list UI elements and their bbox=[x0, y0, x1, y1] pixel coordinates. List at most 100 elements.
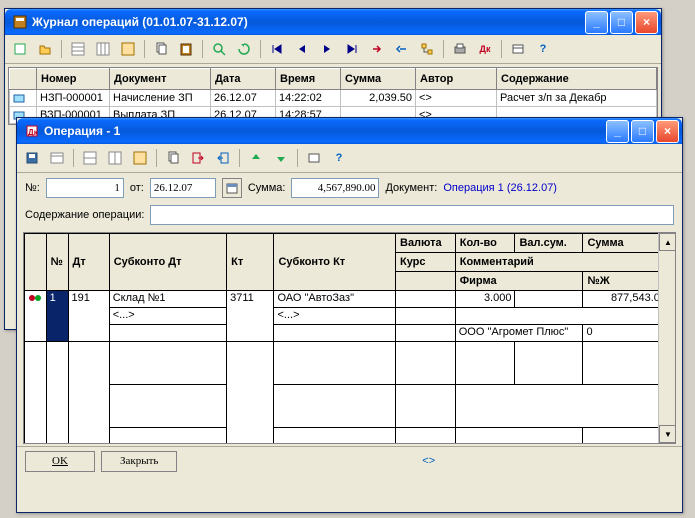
table-row[interactable] bbox=[25, 428, 670, 445]
journal-titlebar[interactable]: Журнал операций (01.01.07-31.12.07) _ □ … bbox=[5, 9, 661, 35]
scroll-up-icon[interactable]: ▲ bbox=[659, 233, 676, 251]
minimize-button[interactable]: _ bbox=[606, 120, 629, 143]
operation-statusbar: OK Закрыть <> bbox=[17, 446, 682, 475]
tool-exit-icon[interactable] bbox=[187, 147, 209, 169]
vertical-scrollbar[interactable]: ▲ ▼ bbox=[658, 233, 675, 443]
tool-gridA-icon[interactable] bbox=[79, 147, 101, 169]
col-doc[interactable]: Документ bbox=[110, 69, 211, 90]
tool-up-icon[interactable] bbox=[245, 147, 267, 169]
tool-copy2-icon[interactable] bbox=[162, 147, 184, 169]
tool-options-icon[interactable] bbox=[507, 38, 529, 60]
tool-last-icon[interactable] bbox=[341, 38, 363, 60]
col-sdt[interactable]: Субконто Дт bbox=[109, 234, 226, 291]
toolbar-separator bbox=[297, 149, 298, 167]
toolbar-separator bbox=[239, 149, 240, 167]
operation-title: Операция - 1 bbox=[44, 124, 604, 138]
tool-grid2-icon[interactable] bbox=[92, 38, 114, 60]
col-desc[interactable]: Содержание bbox=[497, 69, 657, 90]
col-author[interactable]: Автор bbox=[416, 69, 497, 90]
minimize-button[interactable]: _ bbox=[585, 11, 608, 34]
tool-list-icon[interactable] bbox=[46, 147, 68, 169]
table-row[interactable]: ООО "Агромет Плюс" 0 bbox=[25, 325, 670, 342]
col-comment[interactable]: Комментарий bbox=[455, 253, 669, 272]
from-input[interactable] bbox=[150, 178, 216, 198]
table-row[interactable]: <...> <...> bbox=[25, 308, 670, 325]
status-icon: <> bbox=[422, 455, 435, 467]
tool-first-icon[interactable] bbox=[266, 38, 288, 60]
col-n[interactable]: № bbox=[46, 234, 68, 291]
tool-help-icon[interactable]: ? bbox=[532, 38, 554, 60]
col-vsum[interactable]: Вал.сум. bbox=[515, 234, 583, 253]
desc-input[interactable] bbox=[150, 205, 674, 225]
operation-titlebar[interactable]: Дк Операция - 1 _ □ × bbox=[17, 118, 682, 144]
col-sum2[interactable]: Сумма bbox=[583, 234, 670, 253]
tool-help2-icon[interactable]: ? bbox=[328, 147, 350, 169]
maximize-button[interactable]: □ bbox=[610, 11, 633, 34]
tool-copy-icon[interactable] bbox=[150, 38, 172, 60]
tool-grid1-icon[interactable] bbox=[67, 38, 89, 60]
col-time[interactable]: Время bbox=[276, 69, 341, 90]
tool-find-icon[interactable] bbox=[208, 38, 230, 60]
table-row[interactable]: НЗП-000001 Начисление ЗП 26.12.07 14:22:… bbox=[10, 90, 657, 107]
form-row-1: №: от: Сумма: Документ: Операция 1 (26.1… bbox=[17, 173, 682, 203]
tool-print-icon[interactable] bbox=[449, 38, 471, 60]
app-icon bbox=[12, 14, 28, 30]
form-row-2: Содержание операции: bbox=[17, 203, 682, 230]
col-skt[interactable]: Субконто Кт bbox=[274, 234, 396, 291]
tool-paste-icon[interactable] bbox=[175, 38, 197, 60]
close-button[interactable]: Закрыть bbox=[101, 451, 177, 472]
table-row[interactable]: 1 191 Склад №1 3711 ОАО "АвтоЗаз" 3.000 … bbox=[25, 291, 670, 308]
tool-gridB-icon[interactable] bbox=[104, 147, 126, 169]
svg-text:Дк: Дк bbox=[28, 128, 39, 137]
tool-tree-icon[interactable] bbox=[416, 38, 438, 60]
col-nozh[interactable]: №Ж bbox=[583, 272, 670, 291]
col-number[interactable]: Номер bbox=[37, 69, 110, 90]
col-val[interactable]: Валюта bbox=[396, 234, 456, 253]
col-mark[interactable] bbox=[25, 234, 47, 291]
toolbar-separator bbox=[61, 40, 62, 58]
col-kt[interactable]: Кт bbox=[227, 234, 274, 291]
close-button[interactable]: × bbox=[656, 120, 679, 143]
col-kurs[interactable]: Курс bbox=[396, 253, 456, 272]
tool-new-icon[interactable] bbox=[9, 38, 31, 60]
operation-grid[interactable]: № Дт Субконто Дт Кт Субконто Кт Валюта К… bbox=[23, 232, 676, 444]
from-label: от: bbox=[130, 182, 144, 194]
calendar-icon[interactable] bbox=[222, 178, 242, 198]
operation-toolbar: ? bbox=[17, 144, 682, 173]
tool-opts-icon[interactable] bbox=[303, 147, 325, 169]
tool-open-icon[interactable] bbox=[34, 38, 56, 60]
col-icon[interactable] bbox=[10, 69, 37, 90]
doc-link[interactable]: Операция 1 (26.12.07) bbox=[443, 182, 557, 194]
tool-save-icon[interactable] bbox=[21, 147, 43, 169]
col-blank[interactable] bbox=[396, 272, 456, 291]
maximize-button[interactable]: □ bbox=[631, 120, 654, 143]
col-sum[interactable]: Сумма bbox=[341, 69, 416, 90]
tool-enter-icon[interactable] bbox=[212, 147, 234, 169]
tool-down-icon[interactable] bbox=[270, 147, 292, 169]
col-kol[interactable]: Кол-во bbox=[455, 234, 515, 253]
row-icon bbox=[10, 90, 37, 107]
tool-prev-icon[interactable] bbox=[291, 38, 313, 60]
tool-next-icon[interactable] bbox=[316, 38, 338, 60]
table-row[interactable] bbox=[25, 342, 670, 385]
tool-arrow2-icon[interactable] bbox=[391, 38, 413, 60]
desc-label: Содержание операции: bbox=[25, 209, 144, 221]
tool-arrow1-icon[interactable] bbox=[366, 38, 388, 60]
tool-gridC-icon[interactable] bbox=[129, 147, 151, 169]
table-row[interactable] bbox=[25, 385, 670, 428]
toolbar-separator bbox=[144, 40, 145, 58]
col-date[interactable]: Дата bbox=[211, 69, 276, 90]
col-dt[interactable]: Дт bbox=[68, 234, 109, 291]
col-firma[interactable]: Фирма bbox=[455, 272, 583, 291]
no-input[interactable] bbox=[46, 178, 124, 198]
tool-dk-icon[interactable]: Дк bbox=[474, 38, 496, 60]
sum-input[interactable] bbox=[291, 178, 379, 198]
ok-button[interactable]: OK bbox=[25, 451, 95, 472]
toolbar-separator bbox=[156, 149, 157, 167]
tool-grid3-icon[interactable] bbox=[117, 38, 139, 60]
sum-label: Сумма: bbox=[248, 182, 286, 194]
toolbar-separator bbox=[260, 40, 261, 58]
tool-refresh-icon[interactable] bbox=[233, 38, 255, 60]
close-button[interactable]: × bbox=[635, 11, 658, 34]
scroll-down-icon[interactable]: ▼ bbox=[659, 425, 676, 443]
